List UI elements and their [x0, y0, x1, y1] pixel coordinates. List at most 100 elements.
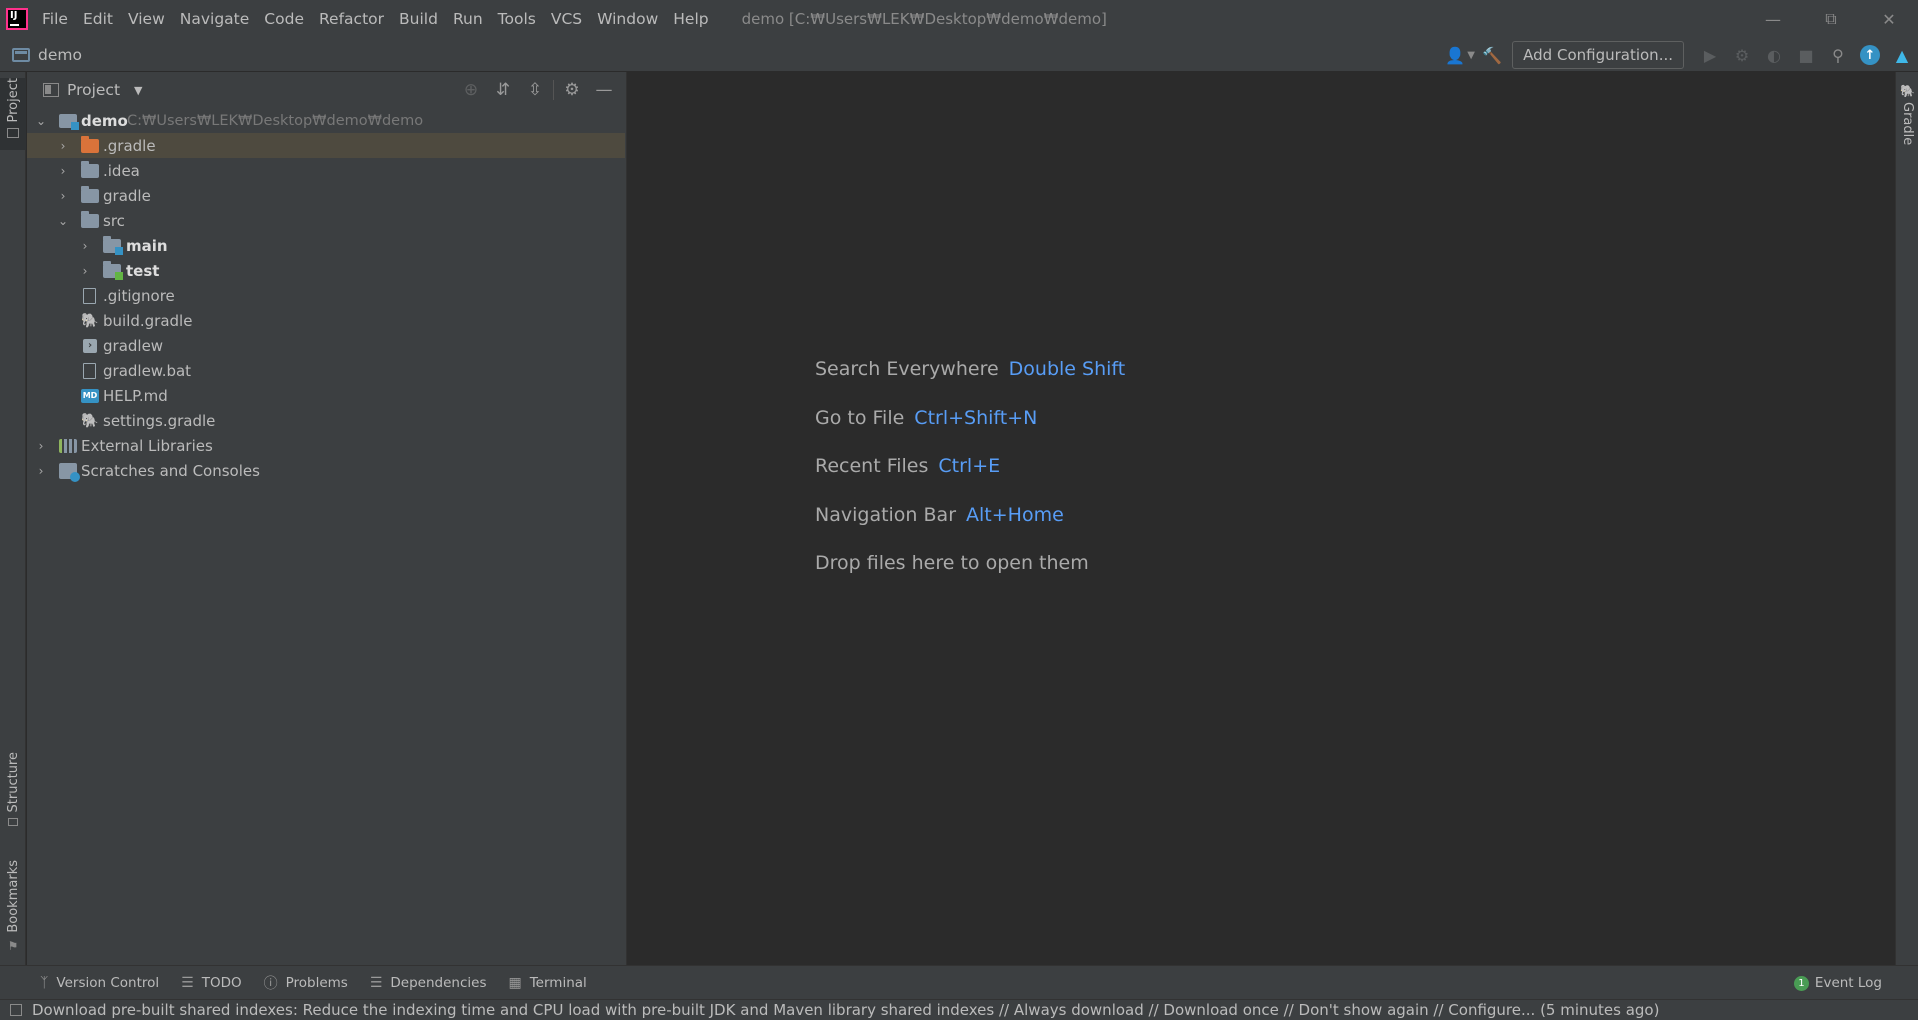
add-configuration-button[interactable]: Add Configuration... — [1512, 41, 1684, 69]
chevron-right-icon[interactable]: › — [77, 238, 93, 254]
tab-label: Version Control — [56, 974, 160, 991]
menu-edit[interactable]: Edit — [83, 10, 113, 28]
tab-problems[interactable]: ⓘ Problems — [264, 973, 348, 993]
hint-search-everywhere: Search Everywhere Double Shift — [815, 358, 1125, 407]
tree-item-gradle-dir[interactable]: › .gradle — [27, 133, 625, 158]
menu-tools[interactable]: Tools — [498, 10, 536, 28]
hint-text: Recent Files — [815, 455, 929, 477]
batch-file-icon — [83, 362, 96, 379]
bookmark-icon: ⚑ — [7, 938, 19, 953]
search-icon[interactable]: ⚲ — [1822, 38, 1854, 72]
menu-navigate[interactable]: Navigate — [180, 10, 250, 28]
branch-icon: ᛉ — [40, 974, 49, 991]
menu-window[interactable]: Window — [597, 10, 658, 28]
menu-file[interactable]: File — [42, 10, 68, 28]
tab-todo[interactable]: ☰ TODO — [181, 975, 241, 991]
ignore-file-icon — [83, 287, 96, 304]
library-icon — [59, 438, 77, 453]
tab-gradle[interactable]: Gradle — [1900, 102, 1915, 145]
window-title: demo [C:₩Users₩LEK₩Desktop₩demo₩demo] — [741, 10, 1107, 28]
collapse-all-icon[interactable]: ⇳ — [519, 72, 551, 108]
hint-navigation-bar: Navigation Bar Alt+Home — [815, 504, 1125, 553]
tree-item-gradlew-bat[interactable]: gradlew.bat — [27, 358, 625, 383]
right-tool-strip: 🐘 Gradle — [1895, 72, 1918, 965]
chevron-right-icon[interactable]: › — [77, 263, 93, 279]
select-opened-file-icon[interactable]: ⊕ — [455, 72, 487, 108]
run-icon[interactable]: ▶ — [1694, 38, 1726, 72]
folder-icon — [81, 210, 99, 228]
update-icon[interactable]: ↑ — [1854, 38, 1886, 72]
menu-view[interactable]: View — [128, 10, 165, 28]
menu-run[interactable]: Run — [453, 10, 483, 28]
tree-item-idea[interactable]: › .idea — [27, 158, 625, 183]
chevron-down-icon[interactable]: ▼ — [134, 84, 142, 97]
test-root-folder-icon — [103, 260, 123, 280]
toggle-tool-windows-icon[interactable] — [10, 1004, 22, 1016]
shell-script-icon: › — [83, 338, 97, 353]
expand-all-icon[interactable]: ⇵ — [487, 72, 519, 108]
tree-item-build-gradle[interactable]: 🐘 build.gradle — [27, 308, 625, 333]
menu-vcs[interactable]: VCS — [551, 10, 582, 28]
menu-code[interactable]: Code — [264, 10, 304, 28]
tree-item-external-libraries[interactable]: › External Libraries — [27, 433, 625, 458]
tree-item-test[interactable]: › test — [27, 258, 625, 283]
chevron-down-icon[interactable]: ⌄ — [55, 213, 71, 229]
code-with-me-icon[interactable]: ▲ — [1886, 38, 1918, 72]
account-icon[interactable]: 👤 ▼ — [1444, 38, 1476, 72]
tree-item-gradle[interactable]: › gradle — [27, 183, 625, 208]
menu-refactor[interactable]: Refactor — [319, 10, 384, 28]
terminal-icon: ▦ — [508, 974, 522, 991]
stop-icon[interactable]: ■ — [1790, 38, 1822, 72]
chevron-right-icon[interactable]: › — [33, 438, 49, 454]
tree-root-path: C:₩Users₩LEK₩Desktop₩demo₩demo — [127, 112, 424, 129]
tree-item-main[interactable]: › main — [27, 233, 625, 258]
event-log-button[interactable]: 1 Event Log — [1793, 966, 1882, 1000]
tree-item-label: HELP.md — [103, 386, 168, 405]
tree-item-gitignore[interactable]: .gitignore — [27, 283, 625, 308]
list-icon: ☰ — [181, 974, 194, 991]
tree-item-scratches[interactable]: › Scratches and Consoles — [27, 458, 625, 483]
chevron-down-icon[interactable]: ⌄ — [33, 113, 49, 129]
tree-item-help-md[interactable]: MD HELP.md — [27, 383, 625, 408]
chevron-right-icon[interactable]: › — [33, 463, 49, 479]
menu-help[interactable]: Help — [673, 10, 708, 28]
event-log-label: Event Log — [1814, 975, 1882, 991]
tree-item-label: gradlew.bat — [103, 361, 192, 380]
tree-item-label: main — [126, 236, 168, 255]
restore-button[interactable]: ⧉ — [1802, 0, 1860, 38]
breadcrumb-project[interactable]: demo — [38, 46, 82, 64]
tab-version-control[interactable]: ᛉ Version Control — [40, 975, 159, 991]
tab-project[interactable]: Project — [0, 78, 26, 150]
chevron-right-icon[interactable]: › — [55, 163, 71, 179]
debug-icon[interactable]: ⚙ — [1726, 38, 1758, 72]
tree-item-src[interactable]: ⌄ src — [27, 208, 625, 233]
gear-icon[interactable]: ⚙ — [556, 72, 588, 108]
tab-dependencies[interactable]: ☰ Dependencies — [370, 975, 487, 991]
build-hammer-icon[interactable]: 🔨 — [1476, 38, 1508, 72]
tree-item-gradlew[interactable]: › gradlew — [27, 333, 625, 358]
hint-drop-files: Drop files here to open them — [815, 552, 1125, 601]
scratches-icon — [59, 462, 80, 482]
tree-item-settings-gradle[interactable]: 🐘 settings.gradle — [27, 408, 625, 433]
hide-panel-icon[interactable]: — — [588, 72, 620, 108]
coverage-icon[interactable]: ◐ — [1758, 38, 1790, 72]
tab-terminal[interactable]: ▦ Terminal — [508, 975, 586, 991]
structure-tab-icon — [8, 818, 18, 827]
editor-area[interactable]: Search Everywhere Double Shift Go to File… — [628, 72, 1895, 965]
chevron-right-icon[interactable]: › — [55, 138, 71, 154]
close-button[interactable]: ✕ — [1860, 0, 1918, 38]
tree-root-demo[interactable]: ⌄ demo C:₩Users₩LEK₩Desktop₩demo₩demo — [27, 108, 625, 133]
tab-bookmarks[interactable]: Bookmarks ⚑ — [0, 860, 26, 955]
minimize-button[interactable]: — — [1744, 0, 1802, 38]
tab-label: Terminal — [529, 974, 587, 991]
tab-structure[interactable]: Structure — [0, 752, 26, 832]
project-tab-icon — [7, 128, 19, 139]
project-panel-header: Project ▼ ⊕ ⇵ ⇳ ⚙ — — [27, 72, 626, 108]
project-panel-title[interactable]: Project — [67, 81, 120, 99]
tree-item-label: gradle — [103, 186, 151, 205]
hint-text: Navigation Bar — [815, 503, 957, 526]
menu-build[interactable]: Build — [399, 10, 438, 28]
chevron-right-icon[interactable]: › — [55, 188, 71, 204]
status-message[interactable]: Download pre-built shared indexes: Reduc… — [32, 1001, 1659, 1019]
excluded-folder-icon — [81, 135, 99, 153]
